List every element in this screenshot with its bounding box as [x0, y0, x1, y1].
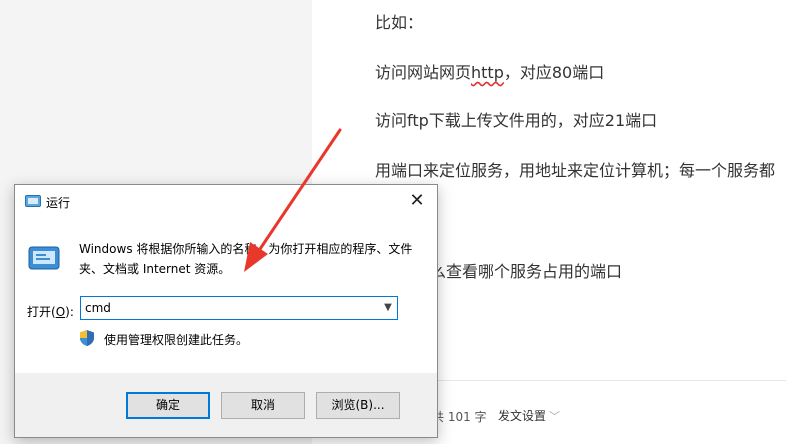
dialog-body: Windows 将根据你所输入的名称，为你打开相应的程序、文件夹、文档或 Int… — [15, 217, 437, 373]
command-combobox[interactable]: cmd ▼ — [80, 296, 398, 320]
chevron-down-icon: ﹀ — [549, 410, 561, 423]
doc-line-2: 访问网站网页http，对应80端口 — [375, 59, 604, 83]
admin-note: 使用管理权限创建此任务。 — [104, 333, 249, 347]
dialog-description: Windows 将根据你所输入的名称，为你打开相应的程序、文件夹、文档或 Int… — [79, 242, 413, 276]
chevron-down-icon[interactable]: ▼ — [379, 297, 397, 319]
char-count: 共 101 字 — [432, 410, 487, 424]
dialog-title: 运行 — [46, 196, 71, 210]
doc-line-5: 么查看哪个服务占用的端口 — [430, 262, 623, 281]
ok-button[interactable]: 确定 — [126, 392, 210, 419]
run-program-icon — [28, 246, 60, 270]
run-dialog: 运行 ✕ Windows 将根据你所输入的名称，为你打开相应的程序、文件夹、文档… — [14, 184, 438, 438]
dialog-titlebar[interactable]: 运行 ✕ — [15, 185, 437, 217]
uac-shield-icon — [80, 330, 94, 346]
cancel-button[interactable]: 取消 — [221, 392, 305, 419]
doc-line-3: 访问ftp下载上传文件用的，对应21端口 — [375, 111, 658, 130]
open-label-accesskey: O — [55, 305, 66, 319]
doc-line-2-b: ，对应80端口 — [503, 63, 605, 82]
run-app-icon — [25, 195, 41, 207]
open-label-start: 打开( — [27, 305, 56, 319]
open-label-end: ): — [65, 305, 74, 319]
doc-line-1: 比如： — [375, 13, 424, 32]
doc-line-4: 用端口来定位服务，用地址来定位计算机；每一个服务都 — [375, 161, 776, 180]
publish-settings-label: 发文设置 — [498, 409, 547, 423]
doc-line-2-http: http — [471, 63, 504, 82]
command-input[interactable]: cmd — [85, 301, 111, 315]
open-label: 打开(O): — [27, 303, 74, 320]
close-icon[interactable]: ✕ — [397, 185, 437, 217]
browse-button[interactable]: 浏览(B)... — [316, 392, 400, 419]
publish-settings-button[interactable]: 发文设置 ﹀ — [498, 407, 560, 424]
doc-line-2-a: 访问网站网页 — [375, 63, 472, 82]
